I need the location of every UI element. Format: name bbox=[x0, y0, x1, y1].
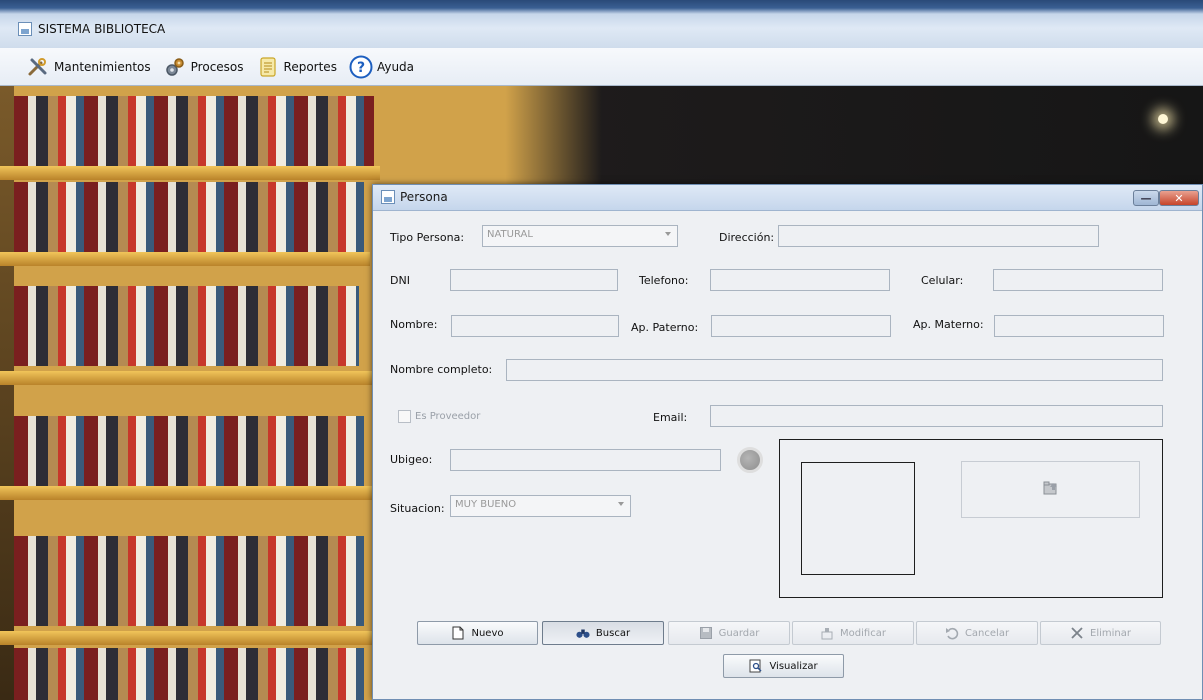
menubar: Mantenimientos Procesos Reportes ? Ayuda bbox=[0, 48, 1203, 86]
chevron-down-icon bbox=[665, 232, 671, 236]
nuevo-label: Nuevo bbox=[471, 627, 504, 639]
bg-books bbox=[14, 648, 364, 700]
folder-image-icon bbox=[1043, 481, 1059, 498]
dialog-title: Persona bbox=[381, 190, 448, 204]
print-preview-icon bbox=[749, 659, 763, 673]
celular-field[interactable] bbox=[993, 269, 1163, 291]
menu-mantenimientos[interactable]: Mantenimientos bbox=[22, 53, 155, 81]
email-field[interactable] bbox=[710, 405, 1163, 427]
tipo-persona-label: Tipo Persona: bbox=[390, 231, 465, 244]
main-title: SISTEMA BIBLIOTECA bbox=[18, 18, 165, 40]
situacion-value: MUY BUENO bbox=[455, 499, 517, 510]
new-document-icon bbox=[451, 626, 465, 640]
menu-label: Reportes bbox=[283, 59, 337, 74]
svg-text:?: ? bbox=[357, 60, 365, 76]
direccion-field[interactable] bbox=[778, 225, 1099, 247]
email-label: Email: bbox=[653, 411, 688, 424]
direccion-label: Dirección: bbox=[719, 231, 775, 244]
buscar-label: Buscar bbox=[595, 627, 631, 639]
buscar-button[interactable]: Buscar bbox=[542, 621, 664, 645]
tipo-persona-combo[interactable]: NATURAL bbox=[482, 225, 678, 247]
cancelar-button[interactable]: Cancelar bbox=[916, 621, 1038, 645]
bg-books bbox=[14, 286, 359, 366]
close-icon: ✕ bbox=[1174, 191, 1184, 205]
app-icon bbox=[18, 22, 32, 36]
bg-books bbox=[14, 182, 364, 252]
photo-panel bbox=[779, 439, 1163, 598]
edit-icon bbox=[820, 626, 834, 640]
ap-materno-field[interactable] bbox=[994, 315, 1164, 337]
menu-ayuda[interactable]: ? Ayuda bbox=[345, 53, 418, 81]
menu-label: Procesos bbox=[190, 59, 244, 74]
cancelar-label: Cancelar bbox=[964, 627, 1010, 639]
window-title: SISTEMA BIBLIOTECA bbox=[38, 22, 166, 36]
bg-shelf bbox=[0, 486, 372, 500]
es-proveedor-label: Es Proveedor bbox=[415, 411, 481, 422]
persona-dialog: Persona — ✕ Tipo Persona: NATURAL Direcc… bbox=[372, 184, 1203, 700]
nombre-label: Nombre: bbox=[390, 318, 438, 331]
chevron-down-icon bbox=[618, 502, 624, 506]
dialog-title-text: Persona bbox=[400, 190, 448, 204]
situacion-label: Situacion: bbox=[390, 502, 445, 515]
bg-shelf bbox=[0, 371, 372, 385]
bg-lamp bbox=[1158, 114, 1168, 124]
delete-x-icon bbox=[1070, 626, 1084, 640]
binoculars-icon bbox=[576, 626, 590, 640]
eliminar-button[interactable]: Eliminar bbox=[1040, 621, 1161, 645]
telefono-label: Telefono: bbox=[639, 274, 689, 287]
modificar-label: Modificar bbox=[840, 627, 886, 639]
nombre-completo-field[interactable] bbox=[506, 359, 1163, 381]
bg-shelf bbox=[0, 631, 372, 645]
ap-materno-label: Ap. Materno: bbox=[913, 318, 984, 331]
visualizar-button[interactable]: Visualizar bbox=[723, 654, 844, 678]
menu-reportes[interactable]: Reportes bbox=[252, 53, 341, 81]
dni-field[interactable] bbox=[450, 269, 618, 291]
bg-shelf bbox=[0, 166, 380, 180]
menu-procesos[interactable]: Procesos bbox=[159, 53, 248, 81]
load-photo-button[interactable] bbox=[961, 461, 1140, 518]
save-disk-icon bbox=[699, 626, 713, 640]
celular-label: Celular: bbox=[921, 274, 964, 287]
visualizar-label: Visualizar bbox=[769, 660, 818, 672]
minimize-icon: — bbox=[1140, 191, 1152, 205]
ap-paterno-field[interactable] bbox=[711, 315, 891, 337]
es-proveedor-checkbox[interactable] bbox=[398, 410, 411, 423]
bg-books bbox=[14, 416, 364, 486]
guardar-button[interactable]: Guardar bbox=[668, 621, 790, 645]
ubigeo-search-button[interactable] bbox=[737, 447, 763, 473]
bg-books bbox=[14, 96, 374, 166]
undo-icon bbox=[945, 626, 959, 640]
ubigeo-label: Ubigeo: bbox=[390, 453, 433, 466]
tools-icon bbox=[26, 55, 50, 79]
bg-shelf bbox=[0, 252, 370, 266]
telefono-field[interactable] bbox=[710, 269, 890, 291]
photo-frame bbox=[801, 462, 915, 575]
help-icon: ? bbox=[349, 55, 373, 79]
nuevo-button[interactable]: Nuevo bbox=[417, 621, 538, 645]
dialog-app-icon bbox=[381, 190, 395, 204]
nombre-field[interactable] bbox=[451, 315, 619, 337]
report-icon bbox=[256, 55, 280, 79]
modificar-button[interactable]: Modificar bbox=[792, 621, 914, 645]
situacion-combo[interactable]: MUY BUENO bbox=[450, 495, 631, 517]
dni-label: DNI bbox=[390, 274, 410, 287]
close-button[interactable]: ✕ bbox=[1159, 190, 1199, 206]
menu-label: Ayuda bbox=[376, 59, 415, 74]
gears-icon bbox=[163, 55, 187, 79]
dialog-titlebar[interactable]: Persona — ✕ bbox=[373, 185, 1202, 211]
tipo-persona-value: NATURAL bbox=[487, 229, 533, 240]
bg-books bbox=[14, 536, 364, 626]
nombre-completo-label: Nombre completo: bbox=[390, 363, 493, 376]
minimize-button[interactable]: — bbox=[1133, 190, 1159, 206]
eliminar-label: Eliminar bbox=[1090, 627, 1131, 639]
ubigeo-field[interactable] bbox=[450, 449, 721, 471]
ap-paterno-label: Ap. Paterno: bbox=[631, 321, 699, 334]
guardar-label: Guardar bbox=[718, 627, 760, 639]
menu-label: Mantenimientos bbox=[54, 59, 151, 74]
main-titlebar: SISTEMA BIBLIOTECA bbox=[0, 0, 1203, 48]
